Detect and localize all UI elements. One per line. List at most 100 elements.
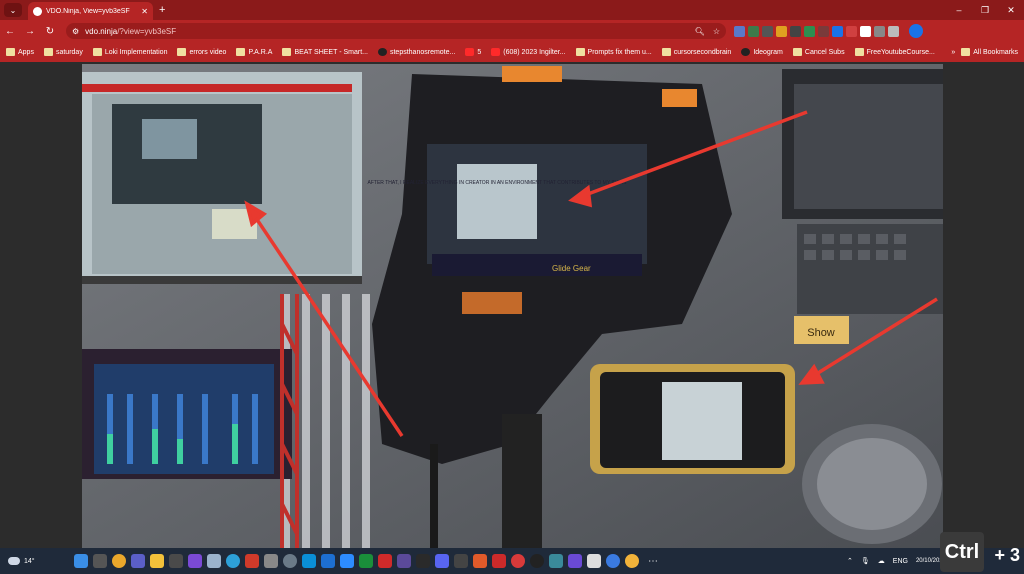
task-view-icon[interactable]	[93, 554, 107, 568]
plus-3-overlay: + 3	[994, 545, 1020, 565]
tab-vdo-ninja[interactable]: VDO.Ninja, View=yvb3eSF ✕	[28, 2, 153, 20]
extension-icon[interactable]	[846, 25, 857, 37]
windows-start-icon[interactable]	[74, 554, 88, 568]
url-input[interactable]: ⚙ vdo.ninja /?view=yvb3eSF 🔍︎ ☆	[66, 23, 726, 39]
bookmark-item[interactable]: FreeYoutubeCourse...	[854, 48, 935, 56]
photos-icon[interactable]	[207, 554, 221, 568]
app-icon[interactable]	[416, 554, 430, 568]
apps-icon	[6, 48, 15, 56]
extension-icon[interactable]	[790, 25, 801, 37]
bookmark-label: errors video	[189, 48, 227, 56]
zoom-icon[interactable]	[340, 554, 354, 568]
edge-icon[interactable]	[226, 554, 240, 568]
close-window-button[interactable]: ✕	[998, 5, 1024, 16]
extension-icon[interactable]	[804, 25, 815, 37]
tab-search-button[interactable]: ⌄	[4, 3, 22, 17]
acrobat-icon[interactable]	[245, 554, 259, 568]
app-icon[interactable]	[397, 554, 411, 568]
bookmark-item[interactable]: Ideogram	[741, 48, 783, 56]
address-bar-row: ← → ↻ ⚙ vdo.ninja /?view=yvb3eSF 🔍︎ ☆	[0, 20, 1024, 42]
zoom-search-icon[interactable]: 🔍︎	[695, 27, 705, 36]
app-icon[interactable]	[530, 554, 544, 568]
windows-taskbar: 14° ⋯ ⌃ 🎙︎ ☁ ENG 20/10/2024 Ctrl + 3	[0, 532, 1024, 574]
file-explorer-icon[interactable]	[150, 554, 164, 568]
all-bookmarks-label: All Bookmarks	[973, 48, 1018, 56]
folder-icon	[961, 48, 971, 56]
glide-gear-label: Glide Gear	[552, 264, 591, 273]
app-icon[interactable]	[568, 554, 582, 568]
bookmarks-bar: Apps saturday Loki Implementation errors vi…	[0, 42, 1024, 62]
url-path: /?view=yvb3eSF	[117, 26, 177, 36]
app-icon[interactable]	[378, 554, 392, 568]
teams-icon[interactable]	[131, 554, 145, 568]
all-bookmarks[interactable]: » All Bookmarks	[951, 48, 1018, 56]
app-icon[interactable]	[511, 554, 525, 568]
tab-title: VDO.Ninja, View=yvb3eSF	[46, 7, 130, 15]
chrome-icon[interactable]	[112, 554, 126, 568]
forward-arrow-icon[interactable]: →	[20, 26, 40, 37]
network-icon[interactable]: ☁	[878, 557, 885, 565]
notion-icon[interactable]	[587, 554, 601, 568]
bookmark-item[interactable]: 5	[465, 48, 481, 56]
profile-avatar[interactable]	[909, 24, 923, 38]
microphone-icon[interactable]: 🎙︎	[861, 557, 870, 565]
bookmark-item[interactable]: (608) 2023 Ingilter...	[491, 48, 566, 56]
filezilla-icon[interactable]	[473, 554, 487, 568]
bookmark-label: Ideogram	[753, 48, 783, 56]
app-icon[interactable]	[492, 554, 506, 568]
bookmark-label: cursorsecondbrain	[673, 48, 732, 56]
more-apps-icon[interactable]: ⋯	[648, 556, 658, 567]
bookmark-item[interactable]: Loki Implementation	[92, 48, 167, 56]
bookmark-label: Prompts fix them u...	[587, 48, 652, 56]
new-tab-button[interactable]: +	[159, 4, 165, 16]
app-icon[interactable]	[169, 554, 183, 568]
extension-icon[interactable]	[734, 25, 745, 37]
app-icon[interactable]	[359, 554, 373, 568]
folder-icon	[661, 48, 671, 56]
bookmark-label: stepsthanosremote...	[389, 48, 456, 56]
tab-close-icon[interactable]: ✕	[141, 7, 148, 16]
window-controls: – ❐ ✕	[946, 0, 1024, 20]
vdo-video-stream[interactable]: AFTER THAT, I REALIZE EVERYTHING IN CREA…	[82, 64, 943, 548]
obs-icon[interactable]	[454, 554, 468, 568]
weather-widget[interactable]: 14°	[8, 557, 68, 565]
puzzle-icon[interactable]	[874, 25, 885, 37]
extension-icon[interactable]	[860, 25, 871, 37]
bookmark-item[interactable]: stepsthanosremote...	[377, 48, 456, 56]
extension-icon[interactable]	[818, 25, 829, 37]
vdo-ninja-favicon-icon	[33, 6, 42, 16]
chrome-active-icon[interactable]	[625, 554, 639, 568]
bookmark-item[interactable]: BEAT SHEET - Smart...	[282, 48, 368, 56]
skype-icon[interactable]	[302, 554, 316, 568]
bookmark-item[interactable]: Apps	[6, 48, 34, 56]
app-icon[interactable]	[188, 554, 202, 568]
extension-icon[interactable]	[748, 25, 759, 37]
bookmark-item[interactable]: errors video	[177, 48, 226, 56]
bookmark-item[interactable]: saturday	[43, 48, 83, 56]
maximize-button[interactable]: ❐	[972, 5, 998, 16]
extension-icon[interactable]	[832, 25, 843, 37]
bookmark-item[interactable]: Prompts fix them u...	[575, 48, 652, 56]
site-info-icon[interactable]: ⚙	[72, 27, 79, 36]
settings-gear-icon[interactable]	[283, 554, 297, 568]
back-arrow-icon[interactable]: ←	[0, 26, 20, 37]
discord-icon[interactable]	[435, 554, 449, 568]
bookmark-label: Cancel Subs	[804, 48, 845, 56]
bookmark-label: (608) 2023 Ingilter...	[503, 48, 566, 56]
language-indicator[interactable]: ENG	[893, 558, 908, 565]
app-icon[interactable]	[321, 554, 335, 568]
minimize-button[interactable]: –	[946, 5, 972, 15]
bookmark-item[interactable]: cursorsecondbrain	[661, 48, 732, 56]
tray-chevron-icon[interactable]: ⌃	[847, 557, 853, 565]
extension-icon[interactable]	[762, 25, 773, 37]
app-icon[interactable]	[549, 554, 563, 568]
github-icon	[377, 48, 387, 56]
app-icon[interactable]	[606, 554, 620, 568]
sidepanel-icon[interactable]	[888, 25, 899, 37]
bookmark-item[interactable]: Cancel Subs	[792, 48, 845, 56]
bookmark-item[interactable]: P.A.R.A	[236, 48, 272, 56]
extension-icon[interactable]	[776, 25, 787, 37]
reload-icon[interactable]: ↻	[40, 26, 60, 37]
app-icon[interactable]	[264, 554, 278, 568]
bookmark-star-icon[interactable]: ☆	[713, 27, 720, 36]
